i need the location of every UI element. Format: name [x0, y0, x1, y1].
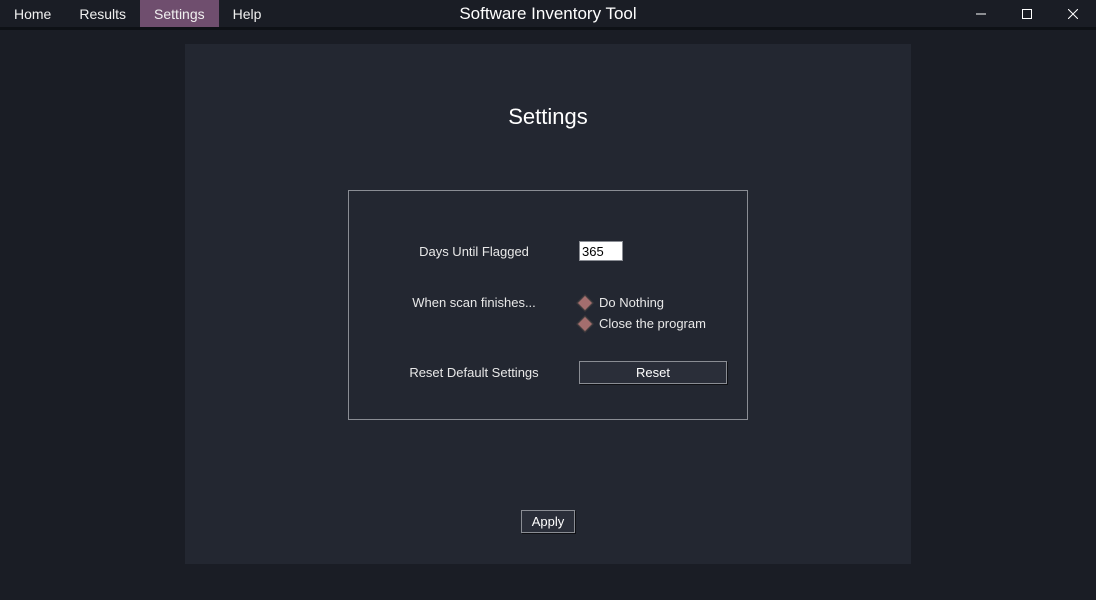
content-area: Settings Days Until Flagged When scan fi…	[0, 30, 1096, 597]
scan-finish-label: When scan finishes...	[369, 295, 579, 310]
maximize-icon	[1022, 9, 1032, 19]
apply-wrap: Apply	[521, 510, 576, 533]
settings-group: Days Until Flagged When scan finishes...…	[348, 190, 748, 420]
row-scan-finish: When scan finishes... Do Nothing Close t…	[369, 295, 727, 331]
reset-button[interactable]: Reset	[579, 361, 727, 384]
days-flagged-label: Days Until Flagged	[369, 244, 579, 259]
radio-close-program[interactable]: Close the program	[579, 316, 727, 331]
menu-settings[interactable]: Settings	[140, 0, 219, 27]
minimize-button[interactable]	[958, 0, 1004, 29]
window-controls	[958, 0, 1096, 27]
menu-home[interactable]: Home	[0, 0, 65, 27]
radio-icon	[577, 294, 594, 311]
radio-icon	[577, 315, 594, 332]
close-button[interactable]	[1050, 0, 1096, 29]
radio-do-nothing-label: Do Nothing	[599, 295, 664, 310]
menu-help[interactable]: Help	[219, 0, 276, 27]
menu-results[interactable]: Results	[65, 0, 140, 27]
radio-close-program-label: Close the program	[599, 316, 706, 331]
radio-do-nothing[interactable]: Do Nothing	[579, 295, 727, 310]
minimize-icon	[976, 9, 986, 19]
maximize-button[interactable]	[1004, 0, 1050, 29]
apply-button[interactable]: Apply	[521, 510, 576, 533]
titlebar: Home Results Settings Help Software Inve…	[0, 0, 1096, 30]
row-days-flagged: Days Until Flagged	[369, 241, 727, 261]
reset-label: Reset Default Settings	[369, 365, 579, 380]
row-reset: Reset Default Settings Reset	[369, 361, 727, 384]
settings-heading: Settings	[508, 104, 588, 130]
close-icon	[1068, 9, 1078, 19]
settings-panel: Settings Days Until Flagged When scan fi…	[185, 44, 911, 564]
menubar: Home Results Settings Help	[0, 0, 275, 27]
app-title: Software Inventory Tool	[459, 4, 636, 24]
days-flagged-input[interactable]	[579, 241, 623, 261]
